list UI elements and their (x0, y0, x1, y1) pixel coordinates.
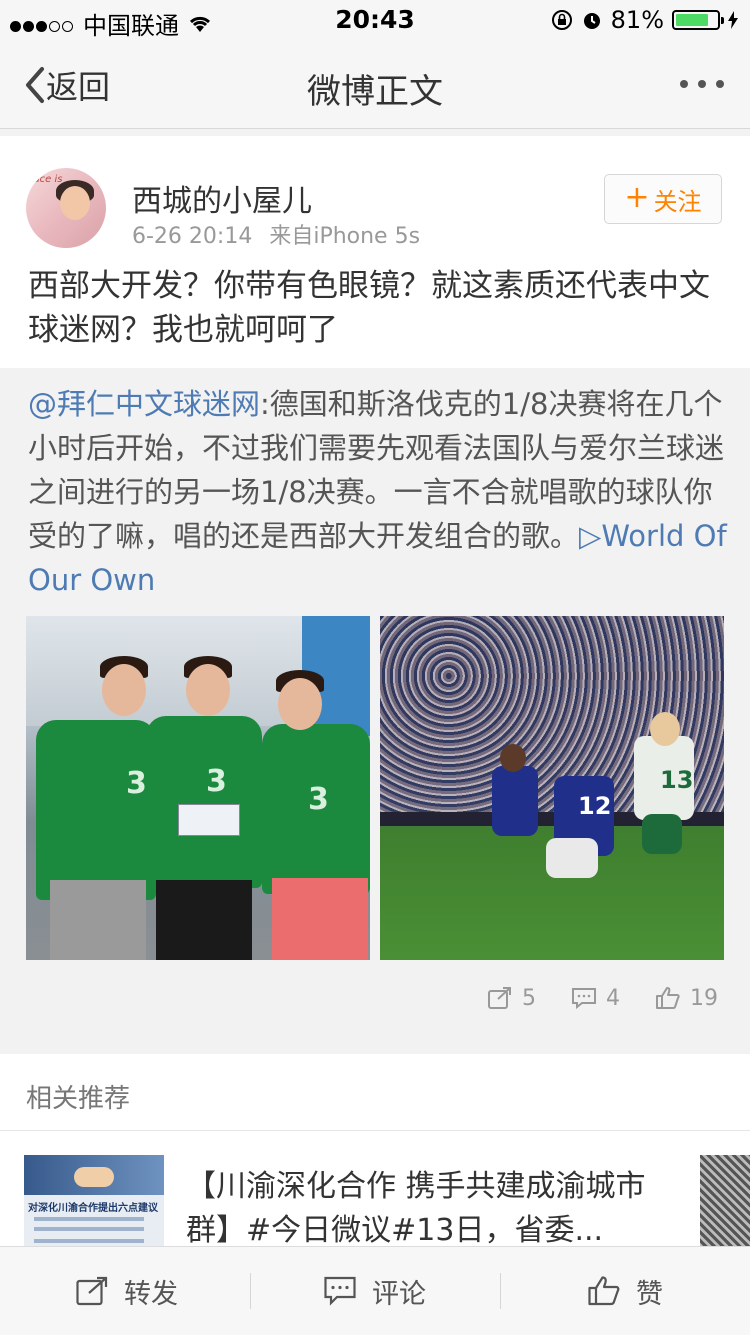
alarm-icon (583, 13, 600, 29)
like-count[interactable]: 19 (656, 986, 718, 1011)
rotation-lock-icon (551, 10, 572, 30)
related-header-label: 相关推荐 (26, 1084, 131, 1114)
avatar[interactable]: face is (26, 168, 106, 248)
post-source: 来自iPhone 5s (269, 224, 421, 249)
photo-match[interactable]: 12 13 (380, 616, 724, 960)
repost-count[interactable]: 5 (488, 986, 536, 1011)
related-section-header: 相关推荐 (0, 1054, 750, 1131)
status-right: 81% (551, 6, 738, 34)
follow-label: 关注 (653, 187, 702, 216)
photo-fans[interactable]: 3 3 3 (26, 616, 370, 960)
like-button[interactable]: 赞 (588, 1247, 663, 1335)
related-title: 【川渝深化合作 携手共建成渝城市群】#今日微议#13日，省委... (186, 1169, 646, 1248)
comment-button[interactable]: 评论 (324, 1247, 426, 1335)
nav-bar: 返回 微博正文 (0, 40, 750, 129)
more-options-icon[interactable] (680, 80, 724, 88)
toolbar-divider (500, 1273, 501, 1309)
bottom-toolbar: 转发 评论 赞 (0, 1246, 750, 1335)
post-card: face is 西城的小屋儿 6-26 20:14 来自iPhone 5s + … (0, 136, 750, 1032)
repost-stats: 5 4 19 (488, 972, 718, 1024)
battery-icon (672, 10, 724, 30)
comment-icon (324, 1276, 356, 1306)
repost-button[interactable]: 转发 (76, 1247, 178, 1335)
thumbnail-caption: 对深化川渝合作提出六点建议 (28, 1203, 158, 1214)
repost-block[interactable]: @拜仁中文球迷网:德国和斯洛伐克的1/8决赛将在几个小时后开始，不过我们需要先观… (0, 368, 750, 1032)
related-thumbnail-2 (700, 1155, 750, 1251)
thumbs-up-icon (588, 1276, 620, 1306)
battery-percent: 81% (610, 6, 664, 34)
post-text: 西部大开发？你带有色眼镜？就这素质还代表中文球迷网？我也就呵呵了 (28, 268, 710, 348)
username[interactable]: 西城的小屋儿 (132, 176, 312, 220)
comment-count[interactable]: 4 (572, 986, 620, 1011)
charging-bolt-icon (728, 11, 738, 29)
toolbar-divider (250, 1273, 251, 1309)
thumbs-up-icon (656, 987, 680, 1009)
comment-icon (572, 988, 596, 1009)
play-icon: ▷ (579, 519, 602, 553)
plus-icon: + (624, 180, 650, 215)
share-icon (76, 1276, 108, 1306)
mention-link[interactable]: @拜仁中文球迷网 (28, 387, 260, 421)
share-icon (488, 987, 511, 1009)
status-bar: 中国联通 20:43 81% (0, 0, 750, 40)
follow-button[interactable]: + 关注 (604, 174, 722, 224)
post-time: 6-26 20:14 (132, 224, 253, 249)
related-item[interactable]: 对深化川渝合作提出六点建议 【川渝深化合作 携手共建成渝城市群】#今日微议#13… (0, 1131, 750, 1251)
post-meta: 6-26 20:14 来自iPhone 5s (132, 218, 420, 250)
repost-text: @拜仁中文球迷网:德国和斯洛伐克的1/8决赛将在几个小时后开始，不过我们需要先观… (28, 382, 728, 602)
page-title: 微博正文 (307, 72, 443, 112)
related-thumbnail: 对深化川渝合作提出六点建议 (24, 1155, 164, 1251)
